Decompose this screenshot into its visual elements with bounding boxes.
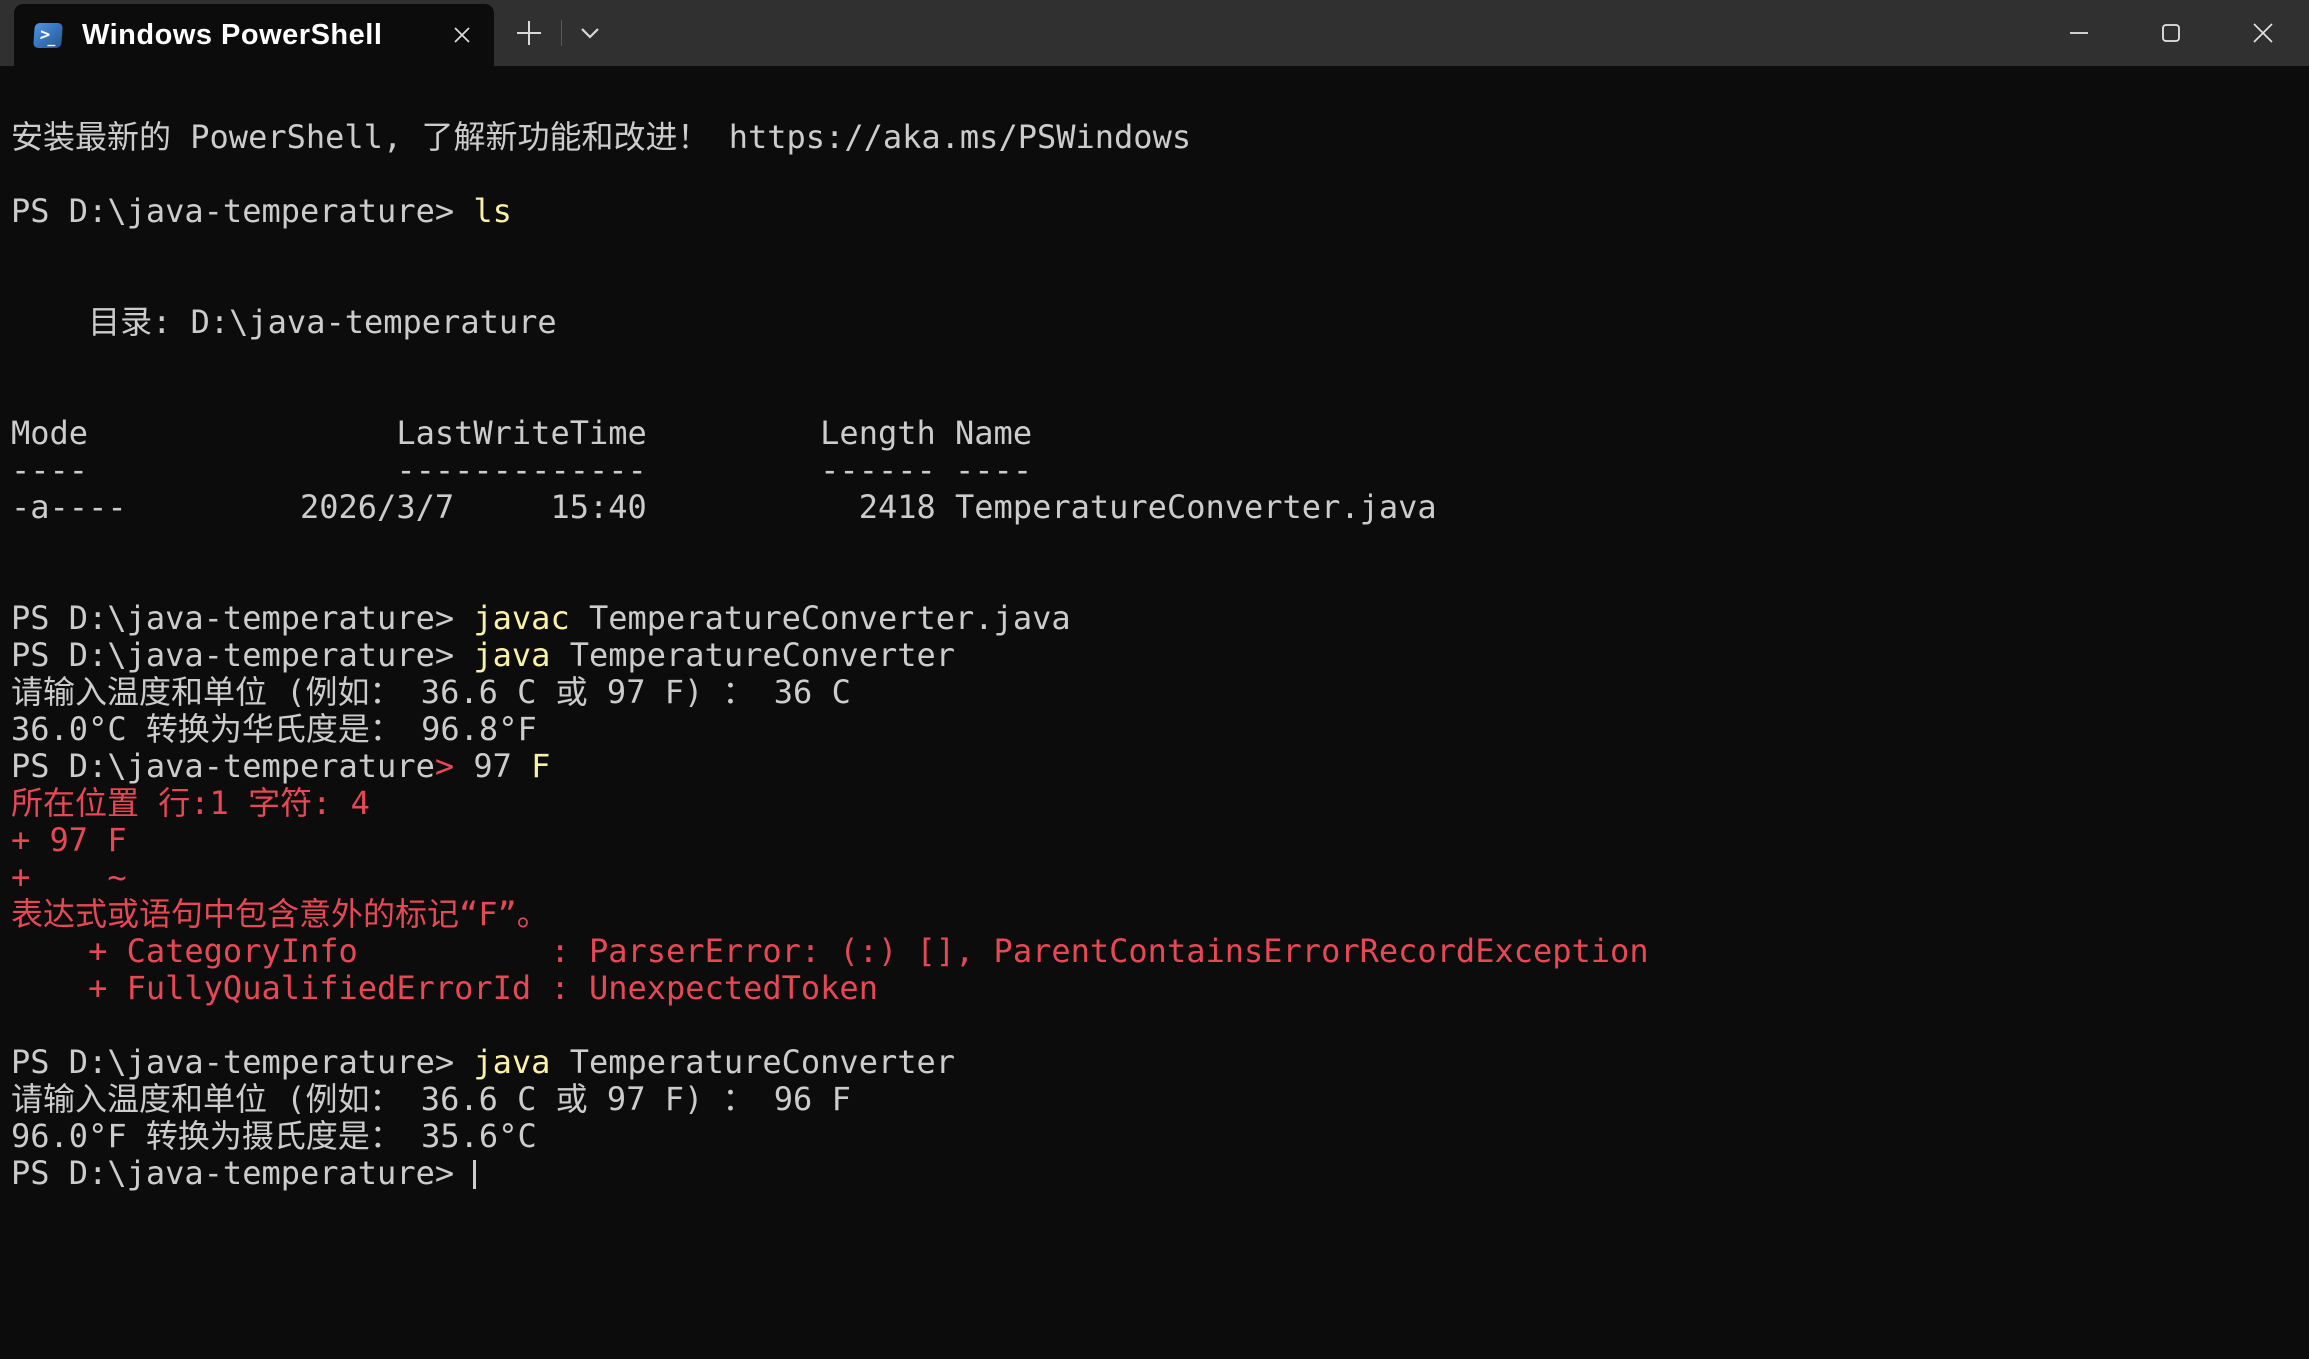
tab-title: Windows PowerShell [82, 19, 442, 52]
minimize-icon [2068, 22, 2090, 44]
terminal-line: + CategoryInfo : ParserError: (:) [], Pa… [11, 933, 2299, 970]
terminal-line [11, 230, 2299, 267]
terminal-line: 请输入温度和单位 (例如： 36.6 C 或 97 F) ： 36 C [11, 674, 2299, 711]
new-tab-button[interactable] [506, 0, 552, 66]
tab-dropdown-button[interactable] [567, 0, 613, 66]
terminal-line [11, 341, 2299, 378]
terminal-line: 96.0°F 转换为摄氏度是： 35.6°C [11, 1118, 2299, 1155]
terminal-line: Mode LastWriteTime Length Name [11, 415, 2299, 452]
terminal-line: PS D:\java-temperature> javac Temperatur… [11, 600, 2299, 637]
terminal-line: 表达式或语句中包含意外的标记“F”。 [11, 896, 2299, 933]
terminal-line: -a---- 2026/3/7 15:40 2418 TemperatureCo… [11, 489, 2299, 526]
terminal-line: ---- ------------- ------ ---- [11, 452, 2299, 489]
terminal-line: 目录: D:\java-temperature [11, 304, 2299, 341]
maximize-icon [2160, 22, 2182, 44]
minimize-button[interactable] [2033, 0, 2125, 66]
tab-windows-powershell[interactable]: >_ Windows PowerShell [14, 4, 494, 66]
terminal-line [11, 526, 2299, 563]
tab-bar-divider [561, 20, 562, 46]
terminal-line: 请输入温度和单位 (例如： 36.6 C 或 97 F) ： 96 F [11, 1081, 2299, 1118]
plus-icon [514, 18, 544, 48]
terminal-line: + FullyQualifiedErrorId : UnexpectedToke… [11, 970, 2299, 1007]
chevron-down-icon [580, 27, 600, 39]
terminal-line: 所在位置 行:1 字符: 4 [11, 785, 2299, 822]
close-icon [450, 23, 474, 47]
terminal-line: 安装最新的 PowerShell, 了解新功能和改进！ https://aka.… [11, 119, 2299, 156]
terminal-line: PS D:\java-temperature> java Temperature… [11, 637, 2299, 674]
terminal-line: 36.0°C 转换为华氏度是： 96.8°F [11, 711, 2299, 748]
title-bar: >_ Windows PowerShell [0, 0, 2309, 66]
close-icon [2251, 21, 2275, 45]
terminal-line: + ~ [11, 859, 2299, 896]
text-cursor [473, 1160, 476, 1189]
maximize-button[interactable] [2125, 0, 2217, 66]
terminal-line [11, 1007, 2299, 1044]
powershell-icon: >_ [33, 23, 63, 48]
terminal-line: + 97 F [11, 822, 2299, 859]
terminal-line [11, 156, 2299, 193]
terminal-line [11, 378, 2299, 415]
tab-close-icon[interactable] [442, 15, 482, 55]
close-button[interactable] [2217, 0, 2309, 66]
terminal-line: PS D:\java-temperature> [11, 1155, 2299, 1192]
terminal-line: PS D:\java-temperature> 97 F [11, 748, 2299, 785]
terminal-line: PS D:\java-temperature> java Temperature… [11, 1044, 2299, 1081]
terminal-line [11, 563, 2299, 600]
terminal-line [11, 267, 2299, 304]
terminal-line: PS D:\java-temperature> ls [11, 193, 2299, 230]
terminal-output[interactable]: 安装最新的 PowerShell, 了解新功能和改进！ https://aka.… [0, 66, 2309, 1359]
